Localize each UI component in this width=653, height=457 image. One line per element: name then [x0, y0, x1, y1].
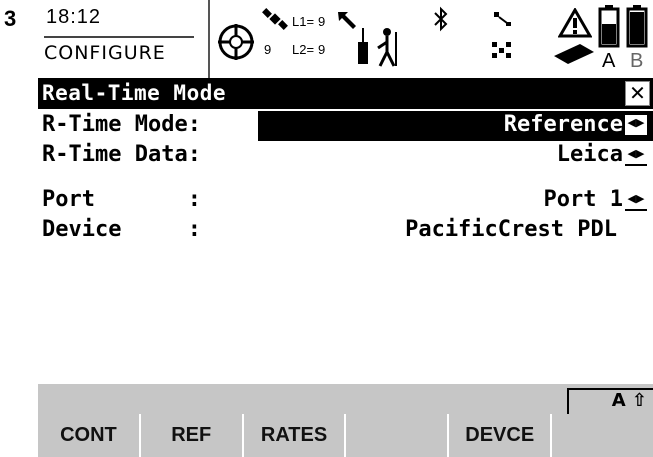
field-value: Leica: [556, 142, 623, 167]
divider: [44, 36, 194, 38]
bluetooth-icon: [434, 6, 448, 32]
step-number: 3: [4, 6, 17, 31]
connection-icon: [494, 12, 511, 26]
field-rtime-data[interactable]: R-Time Data: Leica ◀▶: [38, 141, 653, 171]
field-label: Port :: [42, 187, 201, 212]
close-button[interactable]: ✕: [625, 81, 650, 106]
battery-a-label: A: [602, 50, 616, 72]
dialog-title: Real-Time Mode: [42, 81, 227, 105]
field-label: R-Time Mode:: [42, 112, 201, 137]
field-rtime-mode[interactable]: R-Time Mode: Reference ◀▶: [38, 111, 653, 141]
field-label: Device :: [42, 217, 201, 242]
softkey-f5-devce[interactable]: DEVCE: [449, 414, 553, 457]
list-arrows-icon[interactable]: ◀▶: [625, 146, 647, 166]
device-screen: 18:12 CONFIGURE 9 L1= 9 L2= 9 A B Real-T…: [38, 0, 653, 457]
list-arrows-icon[interactable]: ◀▶: [625, 191, 647, 211]
satellite-icon: [262, 8, 288, 30]
l1-value: 9: [318, 14, 326, 29]
battery-b-icon: [626, 5, 648, 48]
field-label: R-Time Data:: [42, 142, 201, 167]
close-icon: ✕: [629, 81, 646, 105]
softkey-f3-rates[interactable]: RATES: [244, 414, 347, 457]
softkey-bar: CONT REF RATES DEVCE: [38, 414, 653, 457]
dialog-title-bar: Real-Time Mode ✕: [38, 78, 653, 109]
satellite-count: 9: [264, 42, 272, 57]
warning-icon: [558, 8, 592, 38]
memory-card-icon: [554, 44, 594, 64]
softkey-f1-cont[interactable]: CONT: [38, 414, 141, 457]
l2-value: 9: [318, 42, 326, 57]
time-mode-panel: 18:12 CONFIGURE: [38, 0, 210, 78]
battery-b-label: B: [630, 50, 644, 72]
l1-label: L1=: [292, 14, 315, 29]
softkey-f6-empty[interactable]: [552, 414, 653, 457]
shift-indicator: A ⇧: [567, 388, 653, 414]
clock-time: 18:12: [46, 6, 102, 28]
status-bar: 18:12 CONFIGURE 9 L1= 9 L2= 9 A B: [38, 0, 653, 78]
softkey-f2-ref[interactable]: REF: [141, 414, 244, 457]
field-device: Device : PacificCrest PDL: [38, 216, 653, 246]
field-port[interactable]: Port : Port 1 ◀▶: [38, 186, 653, 216]
rtime-mode-select[interactable]: Reference ◀▶: [258, 111, 653, 141]
softkey-strip: A ⇧: [38, 384, 653, 414]
field-value: PacificCrest PDL: [405, 217, 617, 242]
list-arrows-icon[interactable]: ◀▶: [625, 115, 647, 135]
l2-label: L2=: [292, 42, 315, 57]
position-icon: [218, 24, 254, 60]
field-value: Reference: [503, 112, 623, 137]
current-mode: CONFIGURE: [44, 42, 166, 64]
field-value: Port 1: [543, 187, 623, 212]
network-icon: [492, 42, 511, 58]
status-icons: 9 L1= 9 L2= 9 A B: [212, 0, 653, 78]
softkey-f4-empty[interactable]: [346, 414, 450, 457]
rover-antenna-icon: [358, 28, 397, 67]
battery-a-icon: [598, 5, 620, 48]
